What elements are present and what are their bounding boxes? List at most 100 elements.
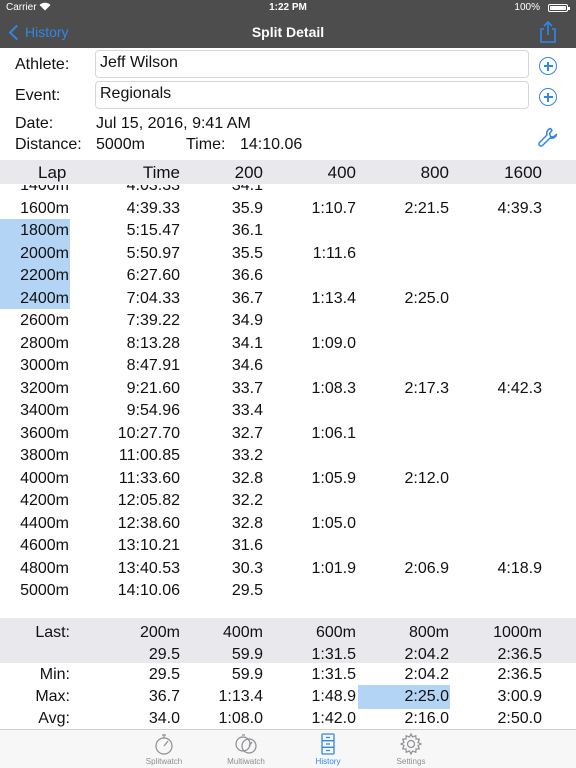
summary-value-cell: 1:08.0: [218, 710, 263, 727]
lap-cell[interactable]: 4800m: [0, 557, 70, 580]
lap-cell[interactable]: 2600m: [0, 309, 70, 332]
split-cell: 12:38.60: [117, 514, 180, 532]
column-header-400: 400: [327, 163, 356, 182]
lap-label: 4200m: [20, 492, 69, 509]
split-cell: 34.6: [231, 357, 263, 374]
lap-label: 1600m: [20, 199, 69, 217]
status-bar: Carrier 1:22 PM 100%: [0, 0, 576, 16]
splits-table[interactable]: 1400m 4:03.33 34.1 1600m 4:39.33 35.9 1:10.7 2:…: [0, 185, 576, 605]
lap-cell[interactable]: 3200m: [0, 377, 70, 400]
lap-cell[interactable]: 1600m: [0, 197, 70, 220]
athlete-field[interactable]: Jeff Wilson: [95, 50, 529, 78]
split-cell: 10:27.70: [117, 424, 180, 442]
summary-value-cell: 1:42.0: [311, 710, 356, 727]
split-cell: 4:42.3: [497, 379, 542, 397]
lap-cell[interactable]: 3000m: [0, 354, 70, 377]
share-icon[interactable]: [536, 20, 560, 44]
tab-history[interactable]: History: [293, 732, 363, 768]
time-value: 14:10.06: [240, 136, 303, 153]
table-row[interactable]: 1400m 4:03.33 34.1: [0, 185, 576, 197]
summary-value-cell: 59.9: [231, 646, 263, 663]
table-row[interactable]: 1600m 4:39.33 35.9 1:10.7 2:21.5 4:39.3: [0, 197, 576, 220]
lap-cell[interactable]: 4600m: [0, 534, 70, 557]
summary-value-cell: 3:00.9: [497, 688, 542, 705]
table-row[interactable]: 5000m 14:10.06 29.5: [0, 579, 576, 602]
table-row[interactable]: 1800m 5:15.47 36.1: [0, 219, 576, 242]
file-cabinet-icon: [321, 733, 335, 755]
add-event-icon[interactable]: [539, 88, 557, 106]
table-row[interactable]: 2200m 6:27.60 36.6: [0, 264, 576, 287]
split-cell: 33.4: [231, 402, 263, 419]
lap-cell[interactable]: 1800m: [0, 219, 70, 242]
table-row[interactable]: 4600m 13:10.21 31.6: [0, 534, 576, 557]
lap-label: 2600m: [20, 312, 69, 329]
summary-value-cell: 36.7: [148, 688, 180, 705]
split-cell: 2:06.9: [404, 559, 449, 577]
summary-header-cell: 800m: [408, 624, 449, 641]
battery-icon: [548, 4, 570, 12]
summary-value-cell: 29.5: [148, 646, 180, 663]
lap-cell[interactable]: 2400m: [0, 286, 70, 309]
summary-last-values: 29.5 59.9 1:31.5 2:04.2 2:36.5: [0, 643, 576, 665]
table-row[interactable]: 2800m 8:13.28 34.1 1:09.0: [0, 332, 576, 355]
table-row[interactable]: 4400m 12:38.60 32.8 1:05.0: [0, 512, 576, 535]
navigation-bar: History Split Detail: [0, 16, 576, 48]
lap-label: 3000m: [20, 357, 69, 374]
table-row[interactable]: 3400m 9:54.96 33.4: [0, 399, 576, 422]
split-cell: 2:25.0: [404, 289, 449, 307]
summary-max-label: Max:: [35, 688, 70, 705]
lap-cell[interactable]: 5000m: [0, 579, 70, 602]
tab-splitwatch-label: Splitwatch: [145, 757, 183, 766]
split-cell: 2:12.0: [404, 469, 449, 487]
tab-bar: Splitwatch Multiwatch History Settings: [0, 729, 576, 768]
table-row[interactable]: 2000m 5:50.97 35.5 1:11.6: [0, 241, 576, 264]
table-row[interactable]: 4800m 13:40.53 30.3 1:01.9 2:06.9 4:18.9: [0, 557, 576, 580]
lap-label: 2800m: [20, 334, 69, 352]
tab-splitwatch[interactable]: Splitwatch: [129, 732, 199, 768]
lap-cell[interactable]: 4400m: [0, 512, 70, 535]
summary-avg-label: Avg:: [38, 710, 70, 727]
tab-history-label: History: [315, 757, 341, 766]
table-row[interactable]: 2400m 7:04.33 36.7 1:13.4 2:25.0: [0, 286, 576, 309]
split-cell: 33.7: [231, 379, 263, 397]
distance-label: Distance:: [15, 136, 82, 153]
lap-cell[interactable]: 4200m: [0, 489, 70, 512]
battery-percent: 100%: [514, 2, 540, 13]
split-cell: 1:11.6: [312, 244, 356, 262]
lap-cell[interactable]: 1400m: [0, 185, 70, 197]
table-row[interactable]: 2600m 7:39.22 34.9: [0, 309, 576, 332]
table-row[interactable]: 3000m 8:47.91 34.6: [0, 354, 576, 377]
split-cell: 30.3: [231, 559, 263, 577]
table-row[interactable]: 3800m 11:00.85 33.2: [0, 444, 576, 467]
lap-label: 1800m: [20, 222, 69, 239]
table-row[interactable]: 3200m 9:21.60 33.7 1:08.3 2:17.3 4:42.3: [0, 377, 576, 400]
lap-label: 1400m: [20, 185, 69, 194]
column-header-800: 800: [420, 163, 449, 182]
tab-settings[interactable]: Settings: [376, 732, 446, 768]
lap-cell[interactable]: 3800m: [0, 444, 70, 467]
lap-cell[interactable]: 3400m: [0, 399, 70, 422]
summary-value-cell: 2:36.5: [497, 666, 542, 683]
lap-cell[interactable]: 2000m: [0, 241, 70, 264]
gear-icon: [399, 732, 423, 756]
event-field[interactable]: Regionals: [95, 81, 529, 109]
split-cell: 7:39.22: [126, 312, 180, 329]
summary-value-cell: 34.0: [148, 710, 180, 727]
lap-cell[interactable]: 4000m: [0, 467, 70, 490]
lap-cell[interactable]: 3600m: [0, 422, 70, 445]
table-row[interactable]: 4200m 12:05.82 32.2: [0, 489, 576, 512]
summary-header-cell: 400m: [222, 624, 263, 641]
lap-cell[interactable]: 2200m: [0, 264, 70, 287]
table-row[interactable]: 3600m 10:27.70 32.7 1:06.1: [0, 422, 576, 445]
add-athlete-icon[interactable]: [539, 57, 557, 75]
tab-multiwatch[interactable]: Multiwatch: [211, 732, 281, 768]
page-title: Split Detail: [251, 24, 325, 40]
column-header-lap: Lap: [38, 163, 67, 182]
split-cell: 11:33.60: [118, 469, 180, 487]
lap-cell[interactable]: 2800m: [0, 332, 70, 355]
column-header-1600: 1600: [504, 163, 542, 182]
wrench-icon[interactable]: [537, 126, 559, 148]
column-header-200: 200: [234, 163, 263, 182]
table-row[interactable]: 4000m 11:33.60 32.8 1:05.9 2:12.0: [0, 467, 576, 490]
summary-value-cell: 2:04.2: [404, 666, 449, 683]
